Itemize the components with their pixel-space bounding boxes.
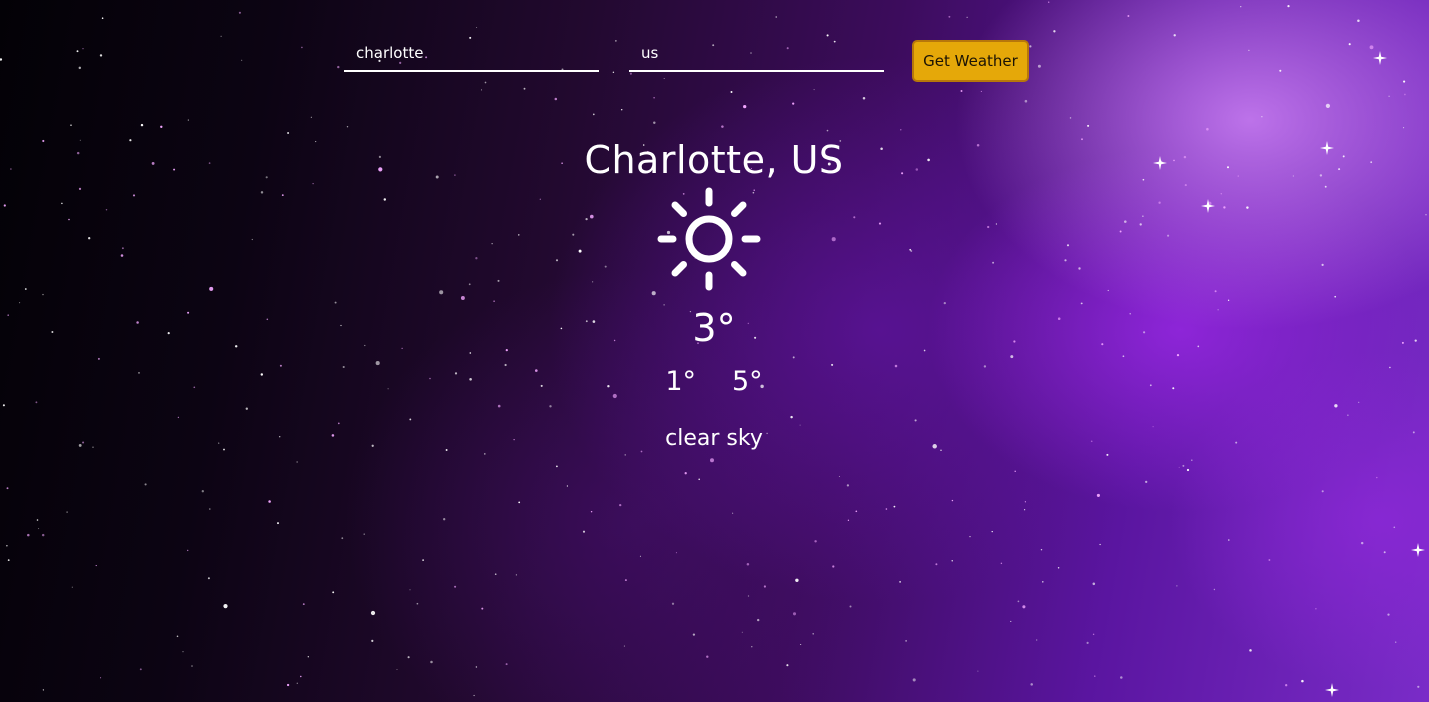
sun-icon — [657, 187, 761, 291]
weather-description: clear sky — [665, 426, 763, 451]
max-temperature: 5° — [732, 366, 763, 397]
current-temperature: 3° — [692, 306, 736, 350]
temperature-range: 1° 5° — [464, 366, 964, 397]
city-input[interactable] — [344, 36, 599, 72]
min-temperature: 1° — [665, 366, 696, 397]
location-title: Charlotte, US — [584, 138, 844, 182]
weather-card: Charlotte, US 3° 1° 5° clear sky — [464, 130, 964, 470]
search-form: Get Weather — [0, 0, 1429, 100]
country-input[interactable] — [629, 36, 884, 72]
get-weather-button[interactable]: Get Weather — [912, 40, 1029, 82]
